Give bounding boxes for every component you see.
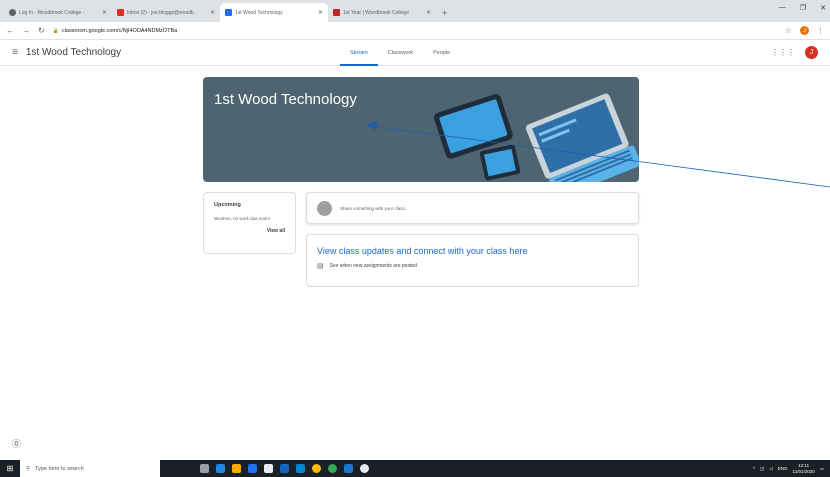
close-icon[interactable]: ✕ [210,9,215,16]
browser-tab-1st-year[interactable]: 1st Year | Woodbrook College ✕ [328,3,436,22]
notifications-icon[interactable]: ▭ [820,466,824,472]
app-icon[interactable] [360,464,369,473]
close-icon[interactable]: ✕ [102,9,107,16]
taskbar-search[interactable]: ⚲ Type here to search [20,460,160,477]
new-tab-button[interactable]: + [436,8,453,22]
forward-icon[interactable]: → [22,26,30,35]
windows-icon[interactable]: ⊞ [0,460,20,477]
url-text: classroom.google.com/c/NjI4ODA4NDMzOTBa [61,27,178,34]
system-tray: ^ ◫ ◁ ENG 12:11 11/01/2020 ▭ [753,463,830,475]
lock-icon: 🔒 [52,27,59,34]
close-window-icon[interactable]: ✕ [820,4,826,12]
menu-icon[interactable]: ≡ [12,47,18,58]
browser-tabstrip: Log In - Woodbrook College - ✕ Inbox (2)… [0,0,830,22]
edge-icon[interactable] [216,464,225,473]
clock-date: 11/01/2020 [792,468,815,474]
star-icon[interactable]: ☆ [785,26,792,35]
word-icon[interactable] [280,464,289,473]
tab-classwork[interactable]: Classwork [378,40,423,66]
classroom-tabs: Stream Classwork People [340,40,460,66]
class-banner: 1st Wood Technology [203,77,639,182]
windows-taskbar: ⊞ ⚲ Type here to search ^ ◫ ◁ ENG 12:11 … [0,460,830,477]
tab-title: 1st Year | Woodbrook College [343,9,409,16]
class-name[interactable]: 1st Wood Technology [26,47,121,58]
upcoming-title: Upcoming [214,202,241,208]
more-icon[interactable]: ⋮ [817,27,824,35]
site-icon [333,9,340,16]
maximize-icon[interactable]: ❐ [800,4,806,12]
browser-tab-classroom[interactable]: 1st Wood Technology ✕ [220,3,328,22]
tab-title: Log In - Woodbrook College - [19,9,85,16]
globe-icon [9,9,16,16]
close-icon[interactable]: ✕ [318,9,323,16]
taskbar-search-placeholder: Type here to search [35,465,84,472]
address-bar: ← → ↻ 🔒 classroom.google.com/c/NjI4ODA4N… [0,22,830,40]
share-box[interactable]: Share something with your class... [306,192,639,224]
store-icon[interactable] [248,464,257,473]
chrome-icon[interactable] [312,464,321,473]
clock[interactable]: 12:11 11/01/2020 [793,463,815,475]
upcoming-text: Woohoo, no work due soon! [214,216,270,221]
gmail-icon [117,9,124,16]
taskbar-apps [200,464,369,473]
task-view-icon[interactable] [200,464,209,473]
banner-title[interactable]: 1st Wood Technology [214,91,357,108]
file-explorer-icon[interactable] [232,464,241,473]
language-indicator[interactable]: ENG [778,466,788,471]
volume-icon[interactable]: ◁ [769,466,772,472]
tab-stream[interactable]: Stream [340,40,378,66]
classroom-icon [225,9,232,16]
reload-icon[interactable]: ↻ [38,26,45,35]
share-placeholder: Share something with your class... [340,205,409,211]
classroom-header: ≡ 1st Wood Technology Stream Classwork P… [0,40,830,66]
document-icon: ▤ [317,263,324,270]
network-icon[interactable]: ◫ [760,466,764,472]
minimize-icon[interactable]: — [779,4,786,12]
apps-icon[interactable]: ⋮⋮⋮ [771,48,795,57]
url-field[interactable]: 🔒 classroom.google.com/c/NjI4ODA4NDMzOTB… [53,28,177,34]
tab-title: 1st Wood Technology [235,9,283,16]
profile-avatar[interactable]: J [800,26,809,35]
view-all-link[interactable]: View all [214,228,285,234]
user-avatar[interactable]: J [805,46,818,59]
close-icon[interactable]: ✕ [426,9,431,16]
upcoming-card: Upcoming Woohoo, no work due soon! View … [203,192,296,254]
app-icon[interactable] [344,464,353,473]
info-row-text: See when new assignments are posted [329,263,417,269]
avatar [317,200,332,216]
app-icon[interactable] [328,464,337,473]
info-title: View class updates and connect with your… [317,246,528,256]
window-controls: — ❐ ✕ [779,4,826,12]
browser-tab-login[interactable]: Log In - Woodbrook College - ✕ [4,3,112,22]
info-card: View class updates and connect with your… [306,234,639,287]
mail-icon[interactable] [264,464,273,473]
search-icon: ⚲ [26,465,31,472]
back-icon[interactable]: ← [6,26,14,35]
browser-tab-inbox[interactable]: Inbox (2) - joe.bloggs@woodb ✕ [112,3,220,22]
tab-people[interactable]: People [423,40,460,66]
chevron-up-icon[interactable]: ^ [753,466,755,471]
outlook-icon[interactable] [296,464,305,473]
help-icon[interactable]: ⓪ [12,437,21,450]
tab-title: Inbox (2) - joe.bloggs@woodb [127,9,194,16]
